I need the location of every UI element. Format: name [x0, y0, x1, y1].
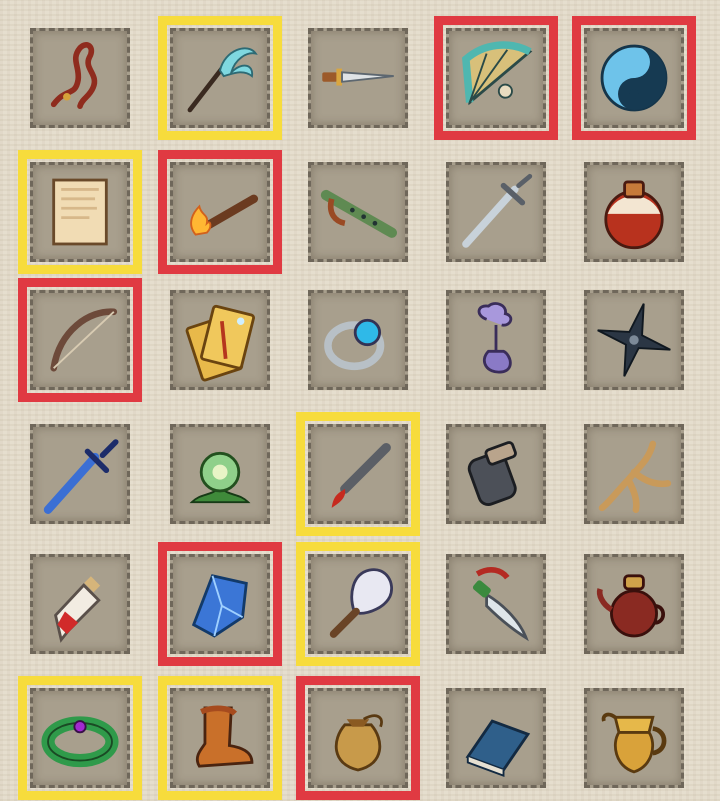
inventory-slot[interactable]	[18, 676, 142, 800]
inventory-slot[interactable]	[308, 28, 408, 128]
inventory-slot[interactable]	[308, 162, 408, 262]
inventory-slot[interactable]	[170, 290, 270, 390]
inventory-slot[interactable]	[158, 676, 282, 800]
inventory-slot[interactable]	[446, 688, 546, 788]
inventory-slot[interactable]	[584, 554, 684, 654]
inventory-slot[interactable]	[18, 150, 142, 274]
inventory-slot[interactable]	[296, 676, 420, 800]
inventory-slot[interactable]	[572, 16, 696, 140]
inventory-slot[interactable]	[446, 424, 546, 524]
inventory-grid	[0, 0, 720, 801]
inventory-slot[interactable]	[18, 278, 142, 402]
inventory-slot[interactable]	[30, 28, 130, 128]
inventory-slot[interactable]	[30, 424, 130, 524]
inventory-slot[interactable]	[446, 162, 546, 262]
inventory-slot[interactable]	[584, 290, 684, 390]
inventory-slot[interactable]	[446, 554, 546, 654]
inventory-slot[interactable]	[158, 542, 282, 666]
inventory-slot[interactable]	[308, 290, 408, 390]
inventory-slot[interactable]	[584, 162, 684, 262]
inventory-slot[interactable]	[584, 688, 684, 788]
inventory-slot[interactable]	[170, 424, 270, 524]
inventory-slot[interactable]	[158, 16, 282, 140]
inventory-slot[interactable]	[434, 16, 558, 140]
inventory-slot[interactable]	[30, 554, 130, 654]
inventory-slot[interactable]	[296, 542, 420, 666]
inventory-slot[interactable]	[446, 290, 546, 390]
inventory-slot[interactable]	[584, 424, 684, 524]
inventory-slot[interactable]	[296, 412, 420, 536]
inventory-slot[interactable]	[158, 150, 282, 274]
